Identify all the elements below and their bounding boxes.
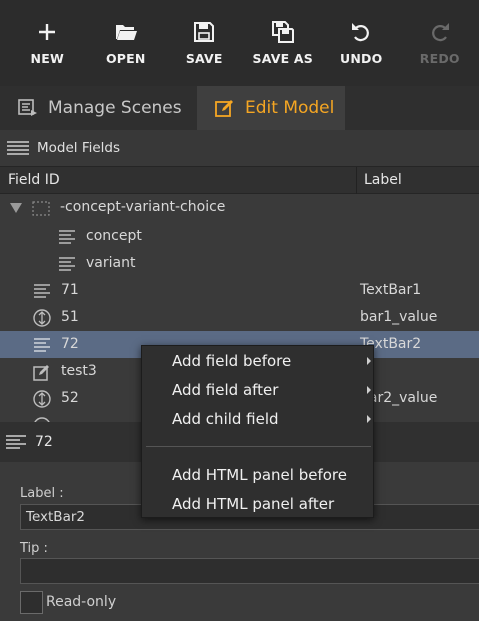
numeric-field-icon — [33, 390, 51, 408]
redo-label: REDO — [419, 51, 460, 66]
undo-icon — [352, 23, 370, 42]
edit-icon — [215, 100, 233, 117]
text-field-icon — [59, 257, 75, 271]
numeric-field-icon — [33, 309, 51, 327]
tab-edit-model-label: Edit Model — [245, 98, 335, 118]
menu-item-label: Add field after — [172, 381, 279, 399]
menu-item-label: Add HTML panel after — [172, 495, 335, 513]
tree-row[interactable]: variant — [0, 250, 479, 277]
save-label: SAVE — [185, 51, 223, 66]
tree-row-name: 72 — [61, 336, 79, 352]
open-button[interactable]: OPEN — [87, 0, 166, 86]
tree-row-name: -concept-variant-choice — [60, 199, 226, 215]
tab-manage-scenes-label: Manage Scenes — [48, 98, 182, 118]
save-button[interactable]: SAVE — [165, 0, 244, 86]
column-header: Field ID Label — [0, 166, 479, 194]
text-field-icon — [34, 284, 50, 298]
field-details-title: 72 — [35, 434, 53, 450]
menu-add-field-after[interactable]: Add field after — [142, 376, 373, 404]
main-toolbar: NEW OPEN SAVE SAVE AS UNDO REDO — [0, 0, 479, 86]
menu-add-html-panel-after[interactable]: Add HTML panel after — [142, 490, 373, 518]
menu-separator — [146, 446, 371, 447]
label-caption: Label : — [20, 486, 64, 501]
menu-add-child-field[interactable]: Add child field — [142, 405, 373, 433]
text-field-icon — [6, 435, 26, 449]
tree-row-name: 52 — [61, 390, 79, 406]
tree-row-name: test3 — [61, 363, 97, 379]
floppy-disk-icon — [194, 22, 215, 42]
menu-add-html-panel-before[interactable]: Add HTML panel before — [142, 461, 373, 489]
label-column-header[interactable]: Label — [364, 172, 402, 188]
tree-row[interactable]: 51 bar1_value — [0, 304, 479, 331]
tree-row-name: variant — [86, 255, 136, 271]
tree-row[interactable]: concept — [0, 223, 479, 250]
save-as-label: SAVE AS — [252, 51, 313, 66]
undo-label: UNDO — [340, 51, 383, 66]
tab-edit-model[interactable]: Edit Model — [197, 86, 345, 130]
redo-button[interactable]: REDO — [401, 0, 479, 86]
menu-item-label: Add child field — [172, 410, 279, 428]
save-as-button[interactable]: SAVE AS — [244, 0, 323, 86]
model-fields-title: Model Fields — [37, 140, 121, 156]
tree-row[interactable]: -concept-variant-choice — [0, 194, 479, 221]
column-resizer[interactable] — [356, 167, 357, 194]
menu-item-label: Add HTML panel before — [172, 466, 347, 484]
folder-open-icon — [115, 25, 137, 40]
plus-icon — [39, 24, 56, 40]
tree-row-label: bar1_value — [360, 309, 438, 325]
save-as-icon — [271, 21, 294, 43]
scenes-icon — [18, 99, 37, 116]
menu-add-field-before[interactable]: Add field before — [142, 347, 373, 375]
tree-row-name: concept — [86, 228, 142, 244]
expand-arrow-icon[interactable] — [9, 202, 23, 214]
undo-button[interactable]: UNDO — [322, 0, 401, 86]
list-icon — [7, 141, 29, 155]
tip-field[interactable] — [20, 558, 479, 584]
tab-manage-scenes[interactable]: Manage Scenes — [0, 86, 197, 130]
tree-row-label: TextBar1 — [360, 282, 422, 298]
html-panel-icon — [33, 365, 49, 381]
submenu-arrow-icon — [367, 415, 371, 423]
new-label: NEW — [30, 51, 64, 66]
tree-row-name: 71 — [61, 282, 79, 298]
tip-caption: Tip : — [20, 541, 48, 556]
submenu-arrow-icon — [367, 386, 371, 394]
submenu-arrow-icon — [367, 357, 371, 365]
open-label: OPEN — [105, 51, 146, 66]
new-button[interactable]: NEW — [8, 0, 87, 86]
tab-bar: Manage Scenes Edit Model — [0, 86, 479, 130]
model-fields-header: Model Fields — [0, 130, 479, 166]
field-id-column-header[interactable]: Field ID — [8, 172, 60, 188]
context-menu: Add field before Add field after Add chi… — [141, 345, 374, 518]
read-only-label[interactable]: Read-only — [46, 594, 116, 610]
read-only-checkbox[interactable] — [20, 591, 43, 614]
text-field-icon — [59, 230, 75, 244]
text-field-icon — [34, 338, 50, 352]
menu-item-label: Add field before — [172, 352, 292, 370]
redo-icon — [431, 23, 449, 42]
tree-row-name: 51 — [61, 309, 79, 325]
tree-row[interactable]: 71 TextBar1 — [0, 277, 479, 304]
group-icon — [32, 201, 50, 216]
